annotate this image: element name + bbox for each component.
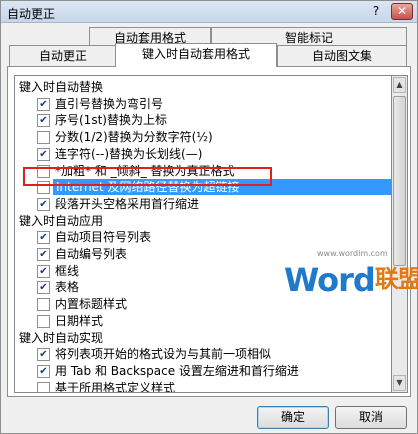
watermark-url: www.wordlm.com — [317, 249, 388, 258]
checkbox[interactable]: ✔ — [37, 248, 50, 261]
watermark-logo: Word联盟 — [284, 261, 418, 299]
help-icon[interactable]: ? — [367, 3, 385, 20]
scroll-thumb[interactable] — [393, 96, 406, 266]
ok-button[interactable]: 确定 — [257, 406, 329, 429]
checkbox[interactable]: ✔ — [37, 97, 50, 111]
checkbox[interactable]: ✔ — [37, 281, 50, 295]
tab-panel: 键入时自动替换 ✔ 直引号替换为弯引号 ✔ 序号(1st)替换为上标分数(1/2)替换为… — [7, 66, 411, 397]
list-item-label: 分数(1/2)替换为分数字符(½) — [55, 130, 213, 145]
list-item-label: 内置标题样式 — [55, 297, 128, 312]
list-group-header: 键入时自动应用 — [19, 213, 104, 228]
cancel-button[interactable]: 取消 — [335, 406, 407, 429]
autocorrect-dialog: 自动更正 ? ✕ 自动套用格式 智能标记 自动更正 键入时自动套用格式 自动图文… — [0, 0, 418, 434]
list-group-header: 键入时自动替换 — [19, 80, 104, 94]
list-item-label: 直引号替换为弯引号 — [55, 96, 164, 111]
list-item[interactable]: ✔ 连字符(--)替换为长划线(—) — [37, 146, 391, 162]
list-item[interactable]: ✔ 直引号替换为弯引号 — [37, 96, 391, 112]
title-bar: 自动更正 ? ✕ — [1, 1, 417, 23]
checkbox[interactable] — [37, 314, 50, 328]
list-group-header: 键入时自动实现 — [19, 330, 104, 345]
list-item[interactable]: 日期样式 — [37, 313, 391, 329]
list-item[interactable]: ✔ 将列表项开始的格式设为与其前一项相似 — [37, 346, 391, 362]
list-item[interactable]: 基于所用格式定义样式 — [37, 380, 391, 393]
list-item-label: 用 Tab 和 Backspace 设置左缩进和首行缩进 — [55, 363, 299, 378]
list-item-label: 连字符(--)替换为长划线(—) — [55, 146, 203, 161]
list-item-label: 自动编号列表 — [55, 247, 128, 261]
checkbox[interactable]: ✔ — [37, 231, 50, 245]
list-item-label: 日期样式 — [55, 313, 104, 328]
checkbox[interactable]: ✔ — [37, 114, 50, 128]
close-icon[interactable]: ✕ — [391, 3, 413, 20]
highlight-annotation-box — [23, 167, 272, 186]
checkbox[interactable] — [37, 298, 50, 312]
checkbox[interactable]: ✔ — [37, 364, 50, 378]
scroll-down-icon[interactable]: ▼ — [393, 375, 406, 391]
list-item-label: 序号(1st)替换为上标 — [55, 113, 167, 128]
checkbox[interactable]: ✔ — [37, 348, 50, 362]
list-item-label: 基于所用格式定义样式 — [55, 380, 176, 393]
dialog-title: 自动更正 — [7, 7, 56, 21]
vertical-scrollbar[interactable]: ▲ ▼ — [392, 75, 408, 393]
list-item-label: 将列表项开始的格式设为与其前一项相似 — [55, 347, 272, 362]
checkbox[interactable]: ✔ — [37, 197, 50, 211]
list-item[interactable]: ✔ 自动项目符号列表 — [37, 229, 391, 245]
tab-autocorrect[interactable]: 自动更正 — [9, 45, 117, 66]
list-item-label: 框线 — [55, 263, 80, 278]
tab-autoformat-as-you-type[interactable]: 键入时自动套用格式 — [115, 43, 277, 67]
list-item-label: 自动项目符号列表 — [55, 230, 152, 245]
list-item[interactable]: ✔ 序号(1st)替换为上标 — [37, 112, 391, 128]
checkbox[interactable] — [37, 131, 50, 145]
checkbox[interactable]: ✔ — [37, 264, 50, 278]
list-item[interactable]: 分数(1/2)替换为分数字符(½) — [37, 129, 391, 145]
tab-autotext[interactable]: 自动图文集 — [277, 45, 407, 66]
list-item-label: 段落开头空格采用首行缩进 — [55, 196, 200, 211]
checkbox[interactable] — [37, 381, 50, 392]
checkbox[interactable]: ✔ — [37, 147, 50, 161]
scroll-up-icon[interactable]: ▲ — [393, 77, 406, 93]
options-list[interactable]: 键入时自动替换 ✔ 直引号替换为弯引号 ✔ 序号(1st)替换为上标分数(1/2)替换为… — [14, 75, 392, 393]
list-item[interactable]: ✔ 段落开头空格采用首行缩进 — [37, 196, 391, 212]
list-item-label: 表格 — [55, 280, 80, 295]
list-item[interactable]: ✔ 用 Tab 和 Backspace 设置左缩进和首行缩进 — [37, 363, 391, 379]
